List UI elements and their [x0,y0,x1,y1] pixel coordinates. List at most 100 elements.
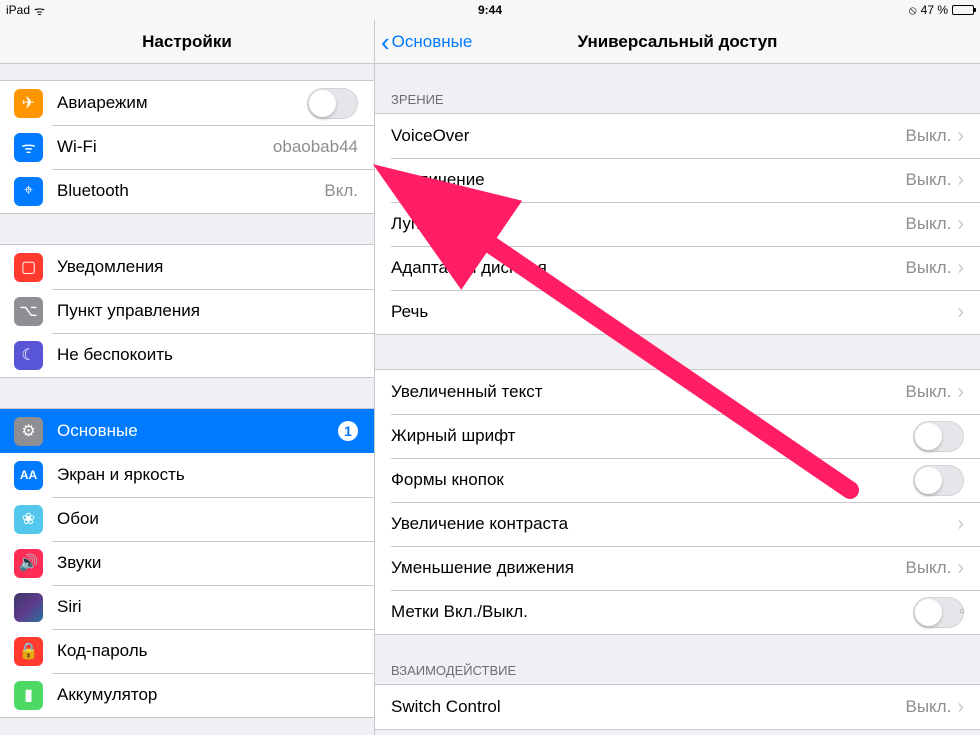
sidebar-item-control-center[interactable]: ⌥ Пункт управления [0,289,374,333]
sidebar-item-notifications[interactable]: ▢ Уведомления [0,245,374,289]
row-value: Вкл. [324,181,358,201]
row-label: Не беспокоить [57,345,358,365]
badge: 1 [338,421,358,441]
row-value: Выкл. [905,697,951,717]
row-label: Звуки [57,553,358,573]
detail-row[interactable]: Увеличение Выкл. › [375,158,980,202]
chevron-right-icon: › [957,125,964,148]
row-label: Уведомления [57,257,358,277]
toggle-switch[interactable] [307,88,358,119]
detail-row[interactable]: Формы кнопок [375,458,980,502]
row-value: obaobab44 [273,137,358,157]
chevron-left-icon: ‹ [381,29,390,55]
siri-icon [14,593,43,622]
section-header: ВЗАИМОДЕЙСТВИЕ [375,635,980,684]
row-value: Выкл. [905,214,951,234]
chevron-right-icon: › [957,513,964,536]
chevron-right-icon: › [957,169,964,192]
section-header [375,335,980,369]
sidebar-navbar: Настройки [0,20,374,64]
display-icon: AA [14,461,43,490]
row-label: Код-пароль [57,641,358,661]
row-label: Адаптация дисплея [391,258,897,278]
row-label: Речь [391,302,951,322]
row-label: Siri [57,597,358,617]
sidebar-item-wallpaper[interactable]: ❀ Обои [0,497,374,541]
detail-row[interactable]: Лупа Выкл. › [375,202,980,246]
general-icon: ⚙ [14,417,43,446]
detail-row[interactable]: Уменьшение движения Выкл. › [375,546,980,590]
detail-row[interactable]: Switch Control Выкл. › [375,685,980,729]
detail-pane: ‹ Основные Универсальный доступ ЗРЕНИЕVo… [375,20,980,735]
section-header: ЗРЕНИЕ [375,64,980,113]
detail-row[interactable]: VoiceOver Выкл. › [375,114,980,158]
sidebar-scroll[interactable]: ✈ Авиарежим ᯤ Wi-Fi obaobab44 ⌖ Bluetooth Вкл. ▢… [0,64,374,735]
row-label: Основные [57,421,332,441]
status-time: 9:44 [0,3,980,17]
detail-row[interactable]: Речь › [375,290,980,334]
sidebar-title: Настройки [0,32,374,52]
chevron-right-icon: › [957,257,964,280]
row-label: Увеличение [391,170,897,190]
battery-icon [952,5,974,15]
back-label: Основные [392,32,473,52]
chevron-right-icon: › [957,696,964,719]
row-label: Аккумулятор [57,685,358,705]
row-label: Жирный шрифт [391,426,913,446]
row-label: Bluetooth [57,181,316,201]
row-label: Пункт управления [57,301,358,321]
row-label: Лупа [391,214,897,234]
row-label: Метки Вкл./Выкл. [391,602,913,622]
bluetooth-icon: ⌖ [14,177,43,206]
row-value: Выкл. [905,558,951,578]
row-value: Выкл. [905,126,951,146]
row-label: Увеличение контраста [391,514,951,534]
toggle-switch[interactable] [913,465,964,496]
notifications-icon: ▢ [14,253,43,282]
sidebar-item-battery[interactable]: ▮ Аккумулятор [0,673,374,717]
control-center-icon: ⌥ [14,297,43,326]
row-label: VoiceOver [391,126,897,146]
detail-row[interactable]: Адаптация дисплея Выкл. › [375,246,980,290]
sidebar-item-wifi[interactable]: ᯤ Wi-Fi obaobab44 [0,125,374,169]
sidebar-item-general[interactable]: ⚙ Основные 1 [0,409,374,453]
wallpaper-icon: ❀ [14,505,43,534]
row-label: Обои [57,509,358,529]
sidebar-item-airplane[interactable]: ✈ Авиарежим [0,81,374,125]
chevron-right-icon: › [957,213,964,236]
passcode-icon: 🔒 [14,637,43,666]
sidebar-item-siri[interactable]: Siri [0,585,374,629]
chevron-right-icon: › [957,301,964,324]
row-value: Выкл. [905,382,951,402]
battery-icon: ▮ [14,681,43,710]
row-label: Switch Control [391,697,897,717]
row-value: Выкл. [905,258,951,278]
airplane-icon: ✈ [14,89,43,118]
row-label: Wi-Fi [57,137,265,157]
detail-row[interactable]: Жирный шрифт [375,414,980,458]
settings-sidebar: Настройки ✈ Авиарежим ᯤ Wi-Fi obaobab44 ⌖ Blue… [0,20,375,735]
sidebar-item-sounds[interactable]: 🔊Звуки [0,541,374,585]
wifi-icon: ᯤ [14,133,43,162]
row-label: Формы кнопок [391,470,913,490]
sidebar-item-bluetooth[interactable]: ⌖ Bluetooth Вкл. [0,169,374,213]
status-bar: iPad ᯤ 9:44 ⦸ 47 % [0,0,980,20]
chevron-right-icon: › [957,557,964,580]
row-value: Выкл. [905,170,951,190]
row-label: Увеличенный текст [391,382,897,402]
dnd-icon: ☾ [14,341,43,370]
sidebar-item-passcode[interactable]: 🔒 Код-пароль [0,629,374,673]
sidebar-item-dnd[interactable]: ☾ Не беспокоить [0,333,374,377]
row-label: Авиарежим [57,93,307,113]
detail-scroll[interactable]: ЗРЕНИЕVoiceOverВыкл.›УвеличениеВыкл.›Луп… [375,64,980,735]
detail-row[interactable]: Увеличение контраста › [375,502,980,546]
detail-navbar: ‹ Основные Универсальный доступ [375,20,980,64]
row-label: Экран и яркость [57,465,358,485]
toggle-switch[interactable] [913,421,964,452]
sidebar-item-display[interactable]: AA Экран и яркость [0,453,374,497]
detail-row[interactable]: Увеличенный текстВыкл.› [375,370,980,414]
row-label: Уменьшение движения [391,558,897,578]
toggle-switch[interactable] [913,597,964,628]
back-button[interactable]: ‹ Основные [375,29,472,55]
detail-row[interactable]: Метки Вкл./Выкл. [375,590,980,634]
